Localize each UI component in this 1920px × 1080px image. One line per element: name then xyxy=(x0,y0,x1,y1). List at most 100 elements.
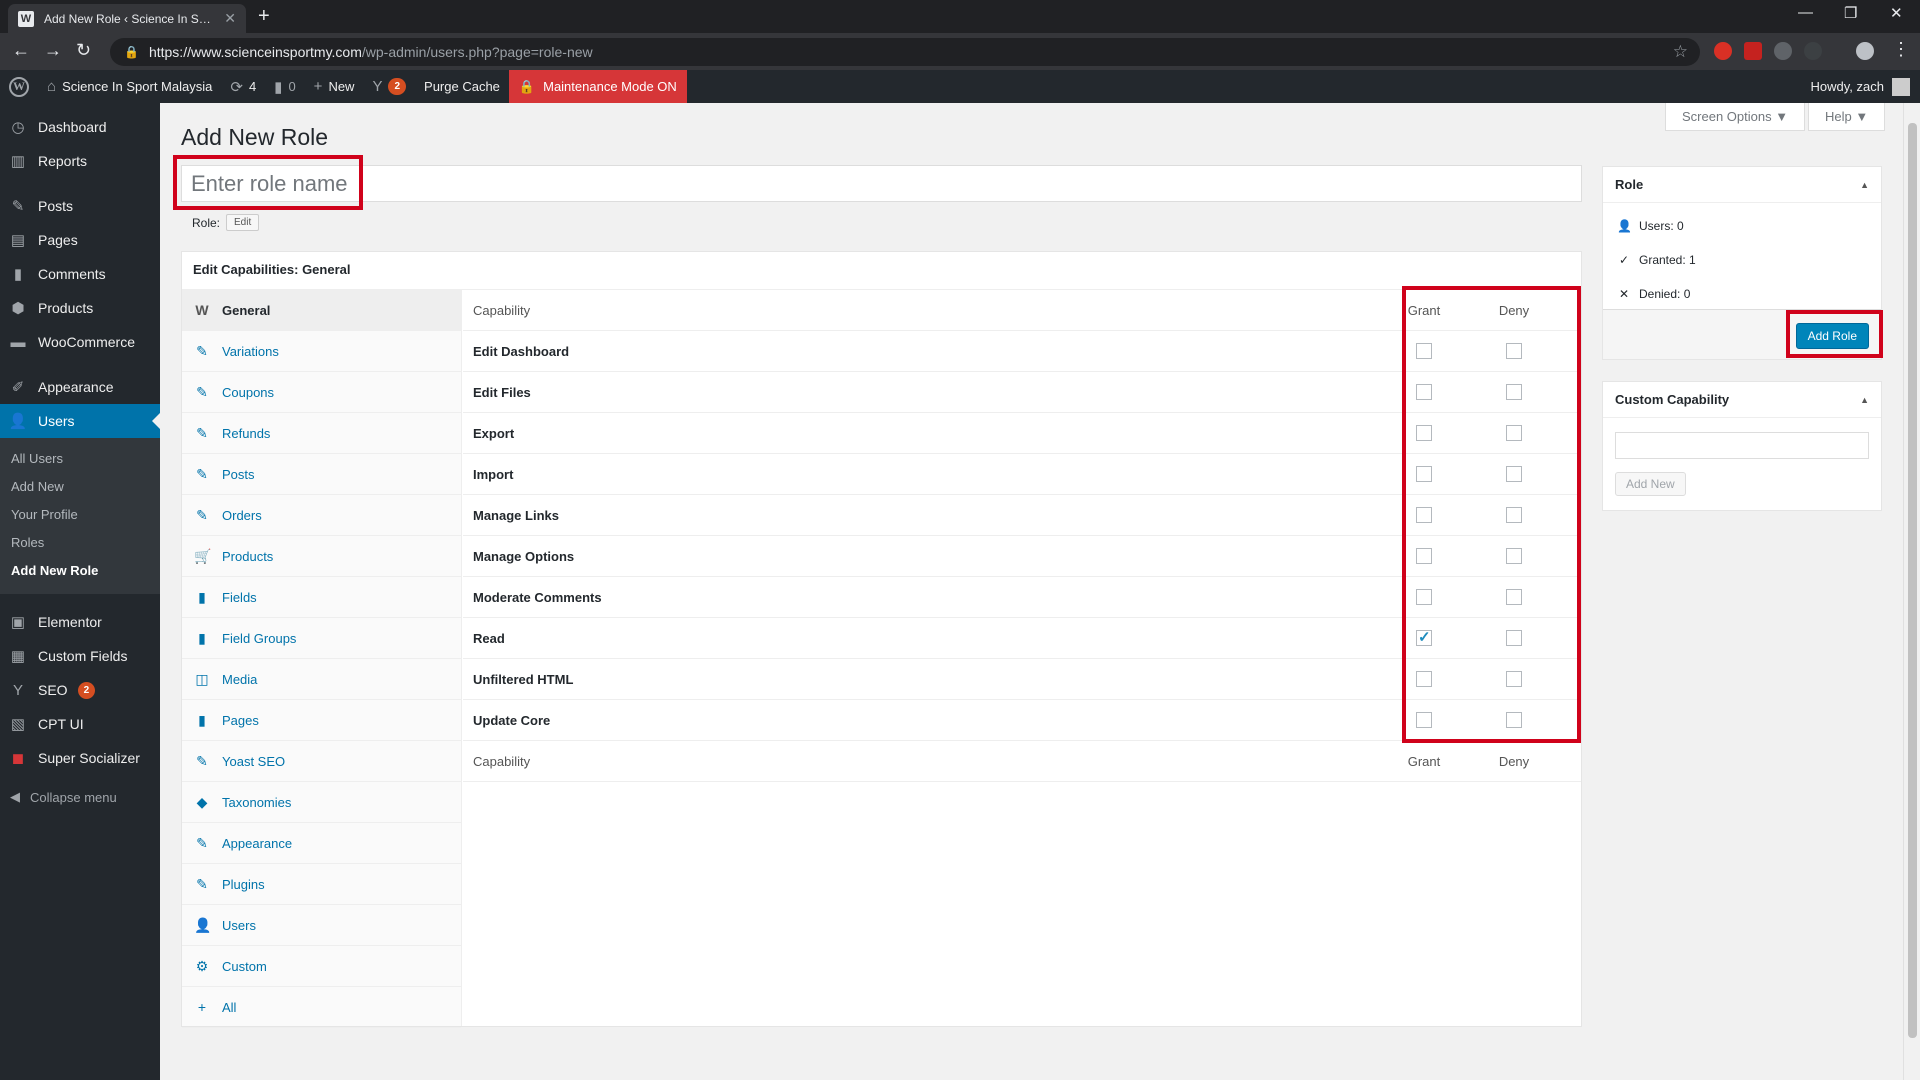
custom-capability-input[interactable] xyxy=(1615,432,1869,459)
wp-logo-menu[interactable]: W xyxy=(0,70,38,103)
capability-tab[interactable]: + All xyxy=(182,987,461,1028)
bookmark-star-icon[interactable]: ☆ xyxy=(1673,42,1688,62)
toggle-arrow-icon[interactable]: ▲ xyxy=(1860,180,1869,190)
menu-dashboard[interactable]: ◷ Dashboard xyxy=(0,110,160,144)
capability-tab[interactable]: ✎ Orders xyxy=(182,495,461,536)
grant-checkbox[interactable] xyxy=(1416,671,1432,688)
deny-checkbox[interactable] xyxy=(1506,630,1522,647)
wordpress-icon: W xyxy=(195,302,209,318)
grant-checkbox[interactable] xyxy=(1416,589,1432,606)
submenu-your-profile[interactable]: Your Profile xyxy=(0,501,160,529)
restore-icon[interactable]: ❐ xyxy=(1844,4,1857,22)
capability-tab[interactable]: ▮ Fields xyxy=(182,577,461,618)
capability-tab-label: Taxonomies xyxy=(222,794,292,810)
address-bar[interactable]: 🔒 https://www.scienceinsportmy.com/wp-ad… xyxy=(110,38,1700,66)
browser-tab[interactable]: W Add New Role ‹ Science In Sport ✕ xyxy=(8,4,246,33)
minimize-icon[interactable]: — xyxy=(1798,4,1813,21)
capability-tab[interactable]: ✎ Variations xyxy=(182,331,461,372)
menu-elementor[interactable]: ▣ Elementor xyxy=(0,605,160,639)
menu-super-socializer[interactable]: ◼ Super Socializer xyxy=(0,741,160,775)
capability-tab[interactable]: ◆ Taxonomies xyxy=(182,782,461,823)
extension-icon[interactable] xyxy=(1774,42,1792,60)
capability-tab[interactable]: W General xyxy=(182,290,461,331)
capability-tab[interactable]: ✎ Posts xyxy=(182,454,461,495)
yoast-menu[interactable]: Y 2 xyxy=(363,70,415,103)
toggle-arrow-icon[interactable]: ▲ xyxy=(1860,395,1869,405)
menu-appearance[interactable]: ✐ Appearance xyxy=(0,370,160,404)
deny-checkbox[interactable] xyxy=(1506,425,1522,442)
profile-avatar[interactable] xyxy=(1856,42,1874,60)
grant-checkbox[interactable] xyxy=(1416,712,1432,729)
capability-tab[interactable]: ✎ Yoast SEO xyxy=(182,741,461,782)
custom-box-header[interactable]: Custom Capability ▲ xyxy=(1603,382,1881,418)
menu-cpt-ui[interactable]: ▧ CPT UI xyxy=(0,707,160,741)
menu-comments[interactable]: ▮ Comments xyxy=(0,257,160,291)
capability-tab[interactable]: ⚙ Custom xyxy=(182,946,461,987)
grant-checkbox[interactable] xyxy=(1416,628,1432,647)
grant-checkbox[interactable] xyxy=(1416,343,1432,360)
submenu-add-new-role[interactable]: Add New Role xyxy=(0,557,160,585)
deny-checkbox[interactable] xyxy=(1506,343,1522,360)
capability-tab[interactable]: ✎ Coupons xyxy=(182,372,461,413)
extension-icon[interactable] xyxy=(1804,42,1822,60)
capability-tab[interactable]: 👤 Users xyxy=(182,905,461,946)
grant-checkbox[interactable] xyxy=(1416,507,1432,524)
window-close-icon[interactable]: ✕ xyxy=(1890,4,1903,22)
grant-checkbox[interactable] xyxy=(1416,548,1432,565)
new-content-link[interactable]: + New xyxy=(305,70,364,103)
close-tab-icon[interactable]: ✕ xyxy=(224,10,236,27)
role-name-input[interactable] xyxy=(181,165,1582,202)
page-scrollbar[interactable] xyxy=(1903,103,1920,1080)
scrollbar-thumb[interactable] xyxy=(1908,123,1917,1038)
updates-link[interactable]: ⟳ 4 xyxy=(221,70,265,103)
deny-checkbox[interactable] xyxy=(1506,589,1522,606)
deny-checkbox[interactable] xyxy=(1506,466,1522,483)
submenu-roles[interactable]: Roles xyxy=(0,529,160,557)
new-tab-icon[interactable]: + xyxy=(258,5,270,27)
menu-woocommerce[interactable]: ▬ WooCommerce xyxy=(0,325,160,359)
edit-slug-button[interactable]: Edit xyxy=(226,214,260,231)
help-button[interactable]: Help ▼ xyxy=(1808,103,1886,131)
capability-tab[interactable]: ▮ Pages xyxy=(182,700,461,741)
back-icon[interactable]: ← xyxy=(12,40,30,61)
site-name-link[interactable]: ⌂ Science In Sport Malaysia xyxy=(38,70,221,103)
add-role-button[interactable]: Add Role xyxy=(1795,323,1869,349)
browser-menu-icon[interactable]: ⋮ xyxy=(1892,39,1910,60)
grant-checkbox[interactable] xyxy=(1416,384,1432,401)
role-box-header[interactable]: Role ▲ xyxy=(1603,167,1881,203)
menu-products[interactable]: ⬢ Products xyxy=(0,291,160,325)
menu-seo[interactable]: Y SEO 2 xyxy=(0,673,160,707)
deny-checkbox[interactable] xyxy=(1506,548,1522,565)
deny-checkbox[interactable] xyxy=(1506,384,1522,401)
account-menu[interactable]: Howdy, zach xyxy=(1811,70,1910,103)
capability-tab[interactable]: 🛒 Products xyxy=(182,536,461,577)
capability-tab[interactable]: ✎ Refunds xyxy=(182,413,461,454)
add-new-capability-button[interactable]: Add New xyxy=(1615,472,1686,496)
menu-posts[interactable]: ✎ Posts xyxy=(0,189,160,223)
grant-checkbox[interactable] xyxy=(1416,425,1432,442)
purge-cache-link[interactable]: Purge Cache xyxy=(415,70,509,103)
capability-tab[interactable]: ✎ Appearance xyxy=(182,823,461,864)
submenu-add-new[interactable]: Add New xyxy=(0,473,160,501)
reload-icon[interactable]: ↻ xyxy=(76,40,91,61)
capability-tab[interactable]: ✎ Plugins xyxy=(182,864,461,905)
forward-icon[interactable]: → xyxy=(44,40,62,61)
capability-tab-label: Posts xyxy=(222,466,255,482)
menu-pages[interactable]: ▤ Pages xyxy=(0,223,160,257)
menu-users[interactable]: 👤 Users xyxy=(0,404,160,438)
maintenance-mode-link[interactable]: 🔒 Maintenance Mode ON xyxy=(508,70,687,103)
grant-checkbox[interactable] xyxy=(1416,466,1432,483)
menu-reports[interactable]: ▥ Reports xyxy=(0,144,160,178)
deny-checkbox[interactable] xyxy=(1506,712,1522,729)
extension-icon[interactable] xyxy=(1744,42,1762,60)
deny-checkbox[interactable] xyxy=(1506,671,1522,688)
submenu-all-users[interactable]: All Users xyxy=(0,445,160,473)
deny-checkbox[interactable] xyxy=(1506,507,1522,524)
extension-icon[interactable] xyxy=(1714,42,1732,60)
capability-tab[interactable]: ▮ Field Groups xyxy=(182,618,461,659)
screen-options-button[interactable]: Screen Options ▼ xyxy=(1665,103,1806,131)
collapse-menu-button[interactable]: ◀ Collapse menu xyxy=(0,780,160,814)
capability-tab[interactable]: ◫ Media xyxy=(182,659,461,700)
menu-custom-fields[interactable]: ▦ Custom Fields xyxy=(0,639,160,673)
comments-link[interactable]: ▮ 0 xyxy=(265,70,305,103)
